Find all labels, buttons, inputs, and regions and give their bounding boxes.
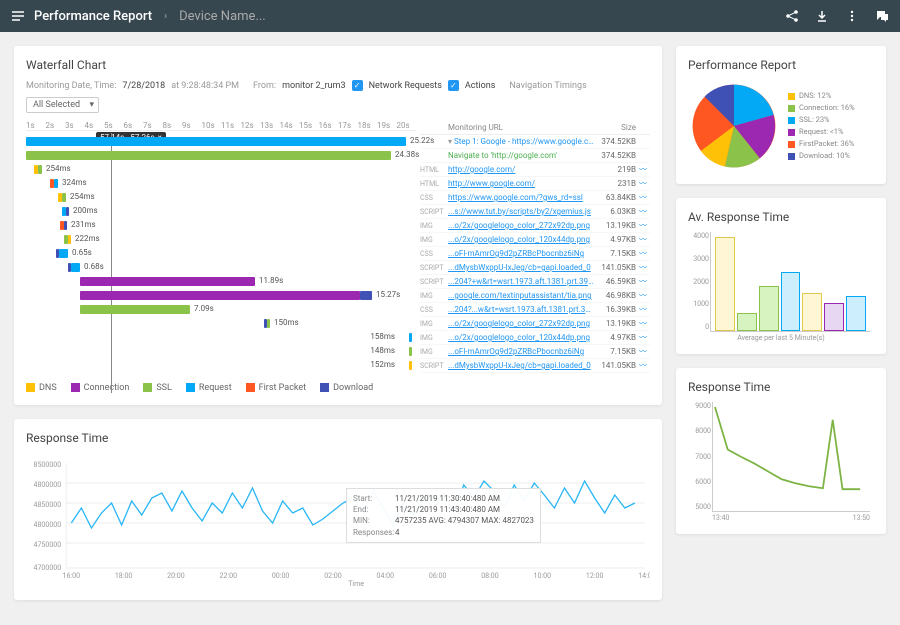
svg-text:00:00: 00:00 xyxy=(272,571,290,580)
waterfall-legend: DNSConnectionSSLRequestFirst PacketDownl… xyxy=(26,383,416,393)
waterfall-meta: Monitoring Date, Time: 7/28/2018 at 9:28… xyxy=(26,80,650,113)
waterfall-row[interactable]: 11.89s xyxy=(26,275,416,289)
waterfall-row[interactable]: 222ms xyxy=(26,233,416,247)
table-row[interactable]: img...oFl-mAmrOg9d2pZRBcPbocnbz6iNg7.15K… xyxy=(420,345,650,359)
svg-text:12:00: 12:00 xyxy=(586,571,604,580)
app-header: Performance Report › Device Name... xyxy=(0,0,900,32)
performance-pie-card: Performance Report DNS: 12%Connection: 1… xyxy=(676,46,886,184)
waterfall-row[interactable]: 7.09s xyxy=(26,303,416,317)
svg-text:06:00: 06:00 xyxy=(429,571,447,580)
small-response-title: Response Time xyxy=(688,380,874,394)
response-time-card: Response Time 8500000 4800000 4850000 48… xyxy=(14,419,662,600)
svg-text:18:00: 18:00 xyxy=(115,571,133,580)
svg-text:Time: Time xyxy=(348,579,364,588)
small-response-chart[interactable]: 90008000700060005000 xyxy=(712,402,870,512)
response-time-tooltip: Start:11/21/2019 11:30:40:480 AM End:11/… xyxy=(346,488,541,543)
table-row[interactable]: css...204?...w&rt=wsrt.1973.aft.1381.prt… xyxy=(420,303,650,317)
table-row[interactable]: script...s://www.tut.by/scripts/by2/xgem… xyxy=(420,205,650,219)
table-row[interactable]: script...204?+w&rt=wsrt.1973.aft.1381.pr… xyxy=(420,275,650,289)
pie-legend: DNS: 12%Connection: 16%SSL: 23%Request: … xyxy=(788,90,855,162)
svg-text:4800000: 4800000 xyxy=(34,480,62,489)
response-time-title: Response Time xyxy=(26,431,650,445)
table-row[interactable]: css...oFl-mAmrOg9d2pZRBcPbocnbz6iNg7.15K… xyxy=(420,247,650,261)
waterfall-table: Monitoring URL Size ▾Step 1: Google - ht… xyxy=(420,121,650,393)
svg-text:04:00: 04:00 xyxy=(377,571,395,580)
svg-text:20:00: 20:00 xyxy=(167,571,185,580)
waterfall-row[interactable]: 254ms xyxy=(26,191,416,205)
breadcrumb-sep: › xyxy=(164,11,167,22)
waterfall-row[interactable]: 0.65s xyxy=(26,247,416,261)
response-time-chart[interactable]: 8500000 4800000 4850000 4800000 4750000 … xyxy=(26,453,650,588)
waterfall-card: Waterfall Chart Monitoring Date, Time: 7… xyxy=(14,46,662,405)
av-response-card: Av. Response Time 40003000200010000 Aver… xyxy=(676,198,886,354)
svg-text:08:00: 08:00 xyxy=(481,571,499,580)
waterfall-row[interactable]: 231ms xyxy=(26,219,416,233)
waterfall-row[interactable]: 152ms xyxy=(26,359,416,373)
table-row[interactable]: csshttps://www.google.com/?gws_rd=ssl63.… xyxy=(420,191,650,205)
waterfall-title: Waterfall Chart xyxy=(26,58,650,72)
small-response-card: Response Time 90008000700060005000 13:40… xyxy=(676,368,886,534)
table-row[interactable]: script...dMysbWxppU-lxJeg/cb=gapi.loaded… xyxy=(420,261,650,275)
svg-text:22:00: 22:00 xyxy=(220,571,238,580)
breadcrumb: Device Name... xyxy=(179,9,266,24)
svg-text:4700000: 4700000 xyxy=(34,563,62,572)
page-title: Performance Report xyxy=(34,9,152,24)
waterfall-row[interactable]: 24.38s xyxy=(26,149,416,163)
table-row[interactable]: htmlhttp://google.com/219B〰 xyxy=(420,163,650,177)
svg-text:14:00: 14:00 xyxy=(638,571,650,580)
table-row[interactable]: img...o/2x/googlelogo_color_272x92dp.png… xyxy=(420,219,650,233)
table-row[interactable]: script...dMysbWxppU-lxJeg/cb=gapi.loaded… xyxy=(420,359,650,373)
nav-timings-dropdown[interactable]: All Selected xyxy=(26,97,99,113)
menu-icon[interactable] xyxy=(10,8,26,24)
table-row[interactable]: img...o/2x/googlelogo_color_120x44dp.png… xyxy=(420,331,650,345)
svg-text:4750000: 4750000 xyxy=(34,540,62,549)
waterfall-chart[interactable]: 1s2s3s4s5s6s7s8s9s10s11s12s13s14s15s16s1… xyxy=(26,121,416,393)
table-row[interactable]: img...o/2x/googlelogo_color_120x44dp.png… xyxy=(420,233,650,247)
waterfall-row[interactable]: 158ms xyxy=(26,331,416,345)
svg-text:02:00: 02:00 xyxy=(324,571,342,580)
waterfall-row[interactable]: 150ms xyxy=(26,317,416,331)
av-response-chart[interactable]: 40003000200010000 xyxy=(710,232,870,332)
network-requests-checkbox[interactable]: ✓ xyxy=(352,80,363,91)
waterfall-row[interactable]: 254ms xyxy=(26,163,416,177)
waterfall-row[interactable]: 0.68s xyxy=(26,261,416,275)
table-row[interactable]: img...o/2x/googlelogo_color_272x92dp.png… xyxy=(420,317,650,331)
table-row[interactable]: ▾Step 1: Google - https://www.google.com… xyxy=(420,135,650,149)
table-row[interactable]: img...google.com/textinputassistant/tia.… xyxy=(420,289,650,303)
waterfall-row[interactable]: 200ms xyxy=(26,205,416,219)
download-icon[interactable] xyxy=(814,8,830,24)
svg-text:8500000: 8500000 xyxy=(34,460,62,469)
pie-title: Performance Report xyxy=(688,58,874,72)
share-icon[interactable] xyxy=(784,8,800,24)
waterfall-row[interactable]: 148ms xyxy=(26,345,416,359)
svg-text:4850000: 4850000 xyxy=(34,500,62,509)
performance-pie-chart[interactable] xyxy=(688,80,780,172)
waterfall-row[interactable]: 15.27s xyxy=(26,289,416,303)
chat-icon[interactable] xyxy=(874,8,890,24)
waterfall-row[interactable]: 324ms xyxy=(26,177,416,191)
table-row[interactable]: htmlhttp://www.google.com/231B〰 xyxy=(420,177,650,191)
waterfall-row[interactable]: 25.22s xyxy=(26,135,416,149)
table-row[interactable]: Navigate to 'http://google.com'374.52KB xyxy=(420,149,650,163)
svg-text:16:00: 16:00 xyxy=(63,571,81,580)
av-response-title: Av. Response Time xyxy=(688,210,874,224)
svg-text:4800000: 4800000 xyxy=(34,520,62,529)
actions-checkbox[interactable]: ✓ xyxy=(448,80,459,91)
more-icon[interactable] xyxy=(844,8,860,24)
svg-text:10:00: 10:00 xyxy=(534,571,552,580)
